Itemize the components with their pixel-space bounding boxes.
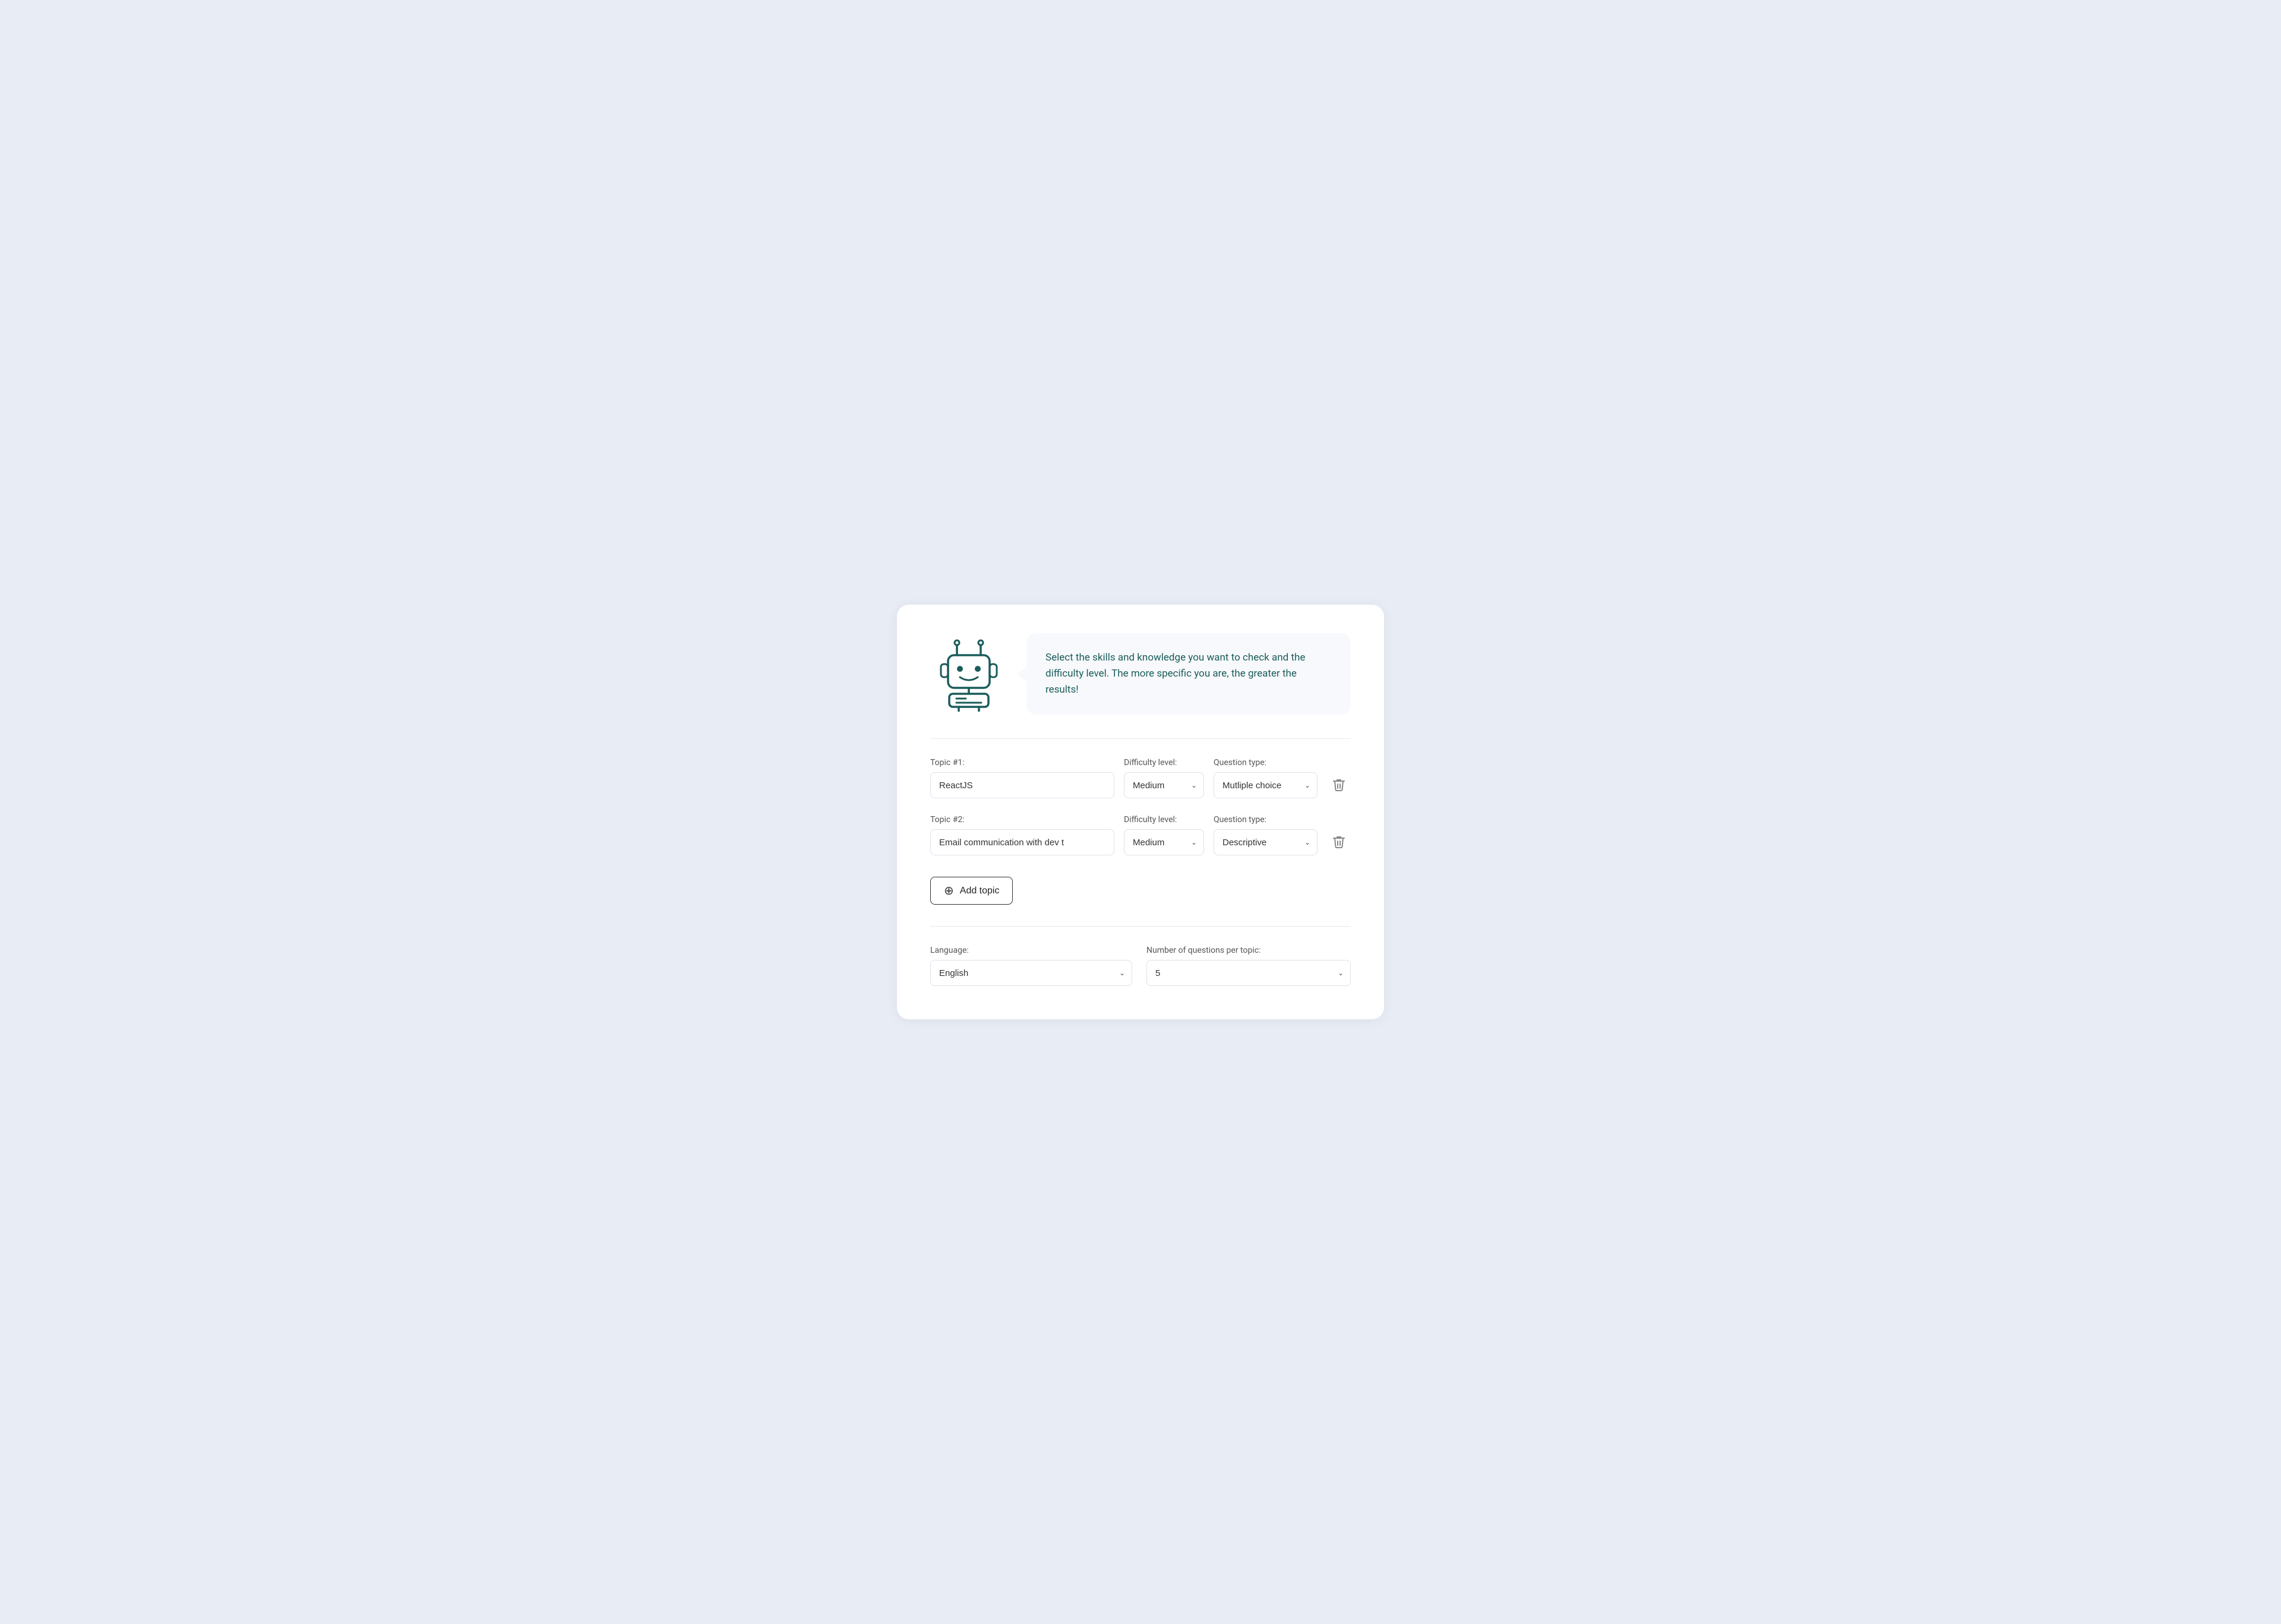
num-questions-select[interactable]: 3 5 10 15 <box>1146 960 1351 986</box>
language-select[interactable]: English Spanish French German <box>930 960 1132 986</box>
bottom-labels: Language: Number of questions per topic: <box>930 946 1351 955</box>
trash-icon <box>1332 835 1345 849</box>
topic-1-qtype-label: Question type: <box>1214 758 1351 767</box>
main-card: Select the skills and knowledge you want… <box>897 605 1384 1020</box>
divider-bottom <box>930 926 1351 927</box>
topic-1-inputs: Medium Easy Hard ⌄ Mutliple choice Descr… <box>930 772 1351 798</box>
robot-illustration <box>930 634 1007 714</box>
bottom-section: Language: Number of questions per topic:… <box>930 946 1351 986</box>
add-topic-button[interactable]: ⊕ Add topic <box>930 877 1013 905</box>
speech-bubble: Select the skills and knowledge you want… <box>1026 633 1351 715</box>
topic-1-delete-button[interactable] <box>1327 773 1351 797</box>
topic-2-text-input[interactable] <box>930 829 1114 855</box>
divider-top <box>930 738 1351 739</box>
topic-1-labels: Topic #1: Difficulty level: Question typ… <box>930 758 1351 767</box>
header-section: Select the skills and knowledge you want… <box>930 633 1351 715</box>
num-questions-select-wrapper: 3 5 10 15 ⌄ <box>1146 960 1351 986</box>
language-select-wrapper: English Spanish French German ⌄ <box>930 960 1132 986</box>
language-label: Language: <box>930 946 1132 955</box>
trash-icon <box>1332 778 1345 792</box>
topic-2-difficulty-label: Difficulty level: <box>1124 815 1204 824</box>
topic-1-difficulty-select[interactable]: Medium Easy Hard <box>1124 772 1204 798</box>
topic-1-text-input[interactable] <box>930 772 1114 798</box>
topic-2-qtype-label: Question type: <box>1214 815 1351 824</box>
topics-section: Topic #1: Difficulty level: Question typ… <box>930 758 1351 855</box>
bottom-inputs: English Spanish French German ⌄ 3 5 10 1… <box>930 960 1351 986</box>
topic-2-difficulty-wrapper: Medium Easy Hard ⌄ <box>1124 829 1204 855</box>
topic-row-2: Topic #2: Difficulty level: Question typ… <box>930 815 1351 855</box>
speech-text: Select the skills and knowledge you want… <box>1045 650 1332 699</box>
topic-row-1: Topic #1: Difficulty level: Question typ… <box>930 758 1351 798</box>
topic-1-qtype-wrapper: Mutliple choice Descriptive True/False ⌄ <box>1214 772 1318 798</box>
num-questions-label: Number of questions per topic: <box>1146 946 1351 955</box>
topic-2-label: Topic #2: <box>930 815 1114 824</box>
topic-2-qtype-select[interactable]: Mutliple choice Descriptive True/False <box>1214 829 1318 855</box>
topic-1-label: Topic #1: <box>930 758 1114 767</box>
topic-2-inputs: Medium Easy Hard ⌄ Mutliple choice Descr… <box>930 829 1351 855</box>
topic-1-qtype-select[interactable]: Mutliple choice Descriptive True/False <box>1214 772 1318 798</box>
plus-circle-icon: ⊕ <box>944 883 954 898</box>
topic-2-labels: Topic #2: Difficulty level: Question typ… <box>930 815 1351 824</box>
add-topic-label: Add topic <box>960 886 1000 896</box>
topic-2-qtype-wrapper: Mutliple choice Descriptive True/False ⌄ <box>1214 829 1318 855</box>
topic-1-difficulty-wrapper: Medium Easy Hard ⌄ <box>1124 772 1204 798</box>
topic-2-delete-button[interactable] <box>1327 830 1351 854</box>
topic-1-difficulty-label: Difficulty level: <box>1124 758 1204 767</box>
topic-2-difficulty-select[interactable]: Medium Easy Hard <box>1124 829 1204 855</box>
